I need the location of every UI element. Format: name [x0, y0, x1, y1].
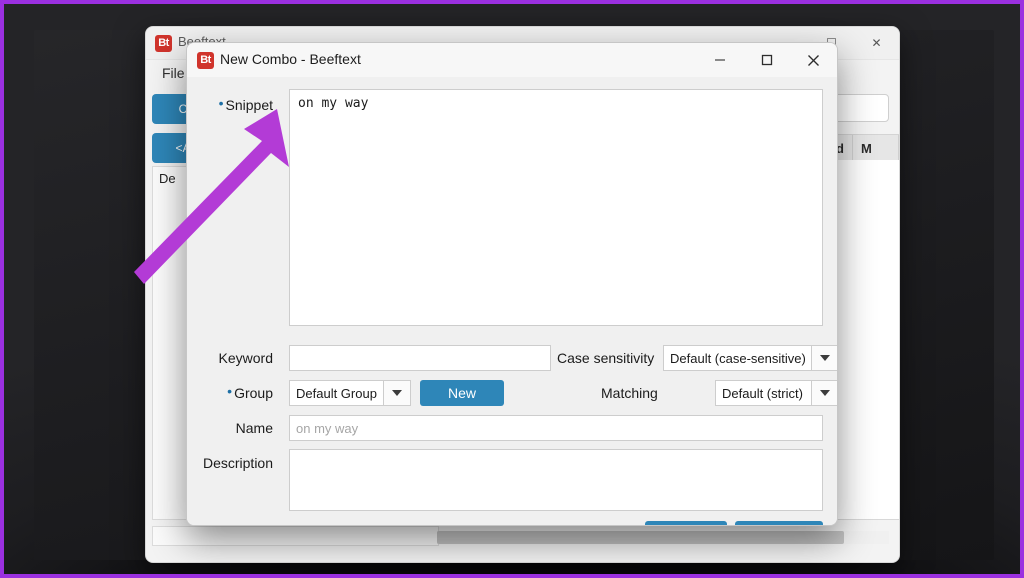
snippet-label: •Snippet: [201, 97, 273, 113]
required-marker-icon: •: [227, 383, 232, 399]
required-marker-icon: •: [531, 524, 536, 526]
group-value: Default Group: [289, 380, 383, 406]
group-dropdown[interactable]: Default Group: [289, 380, 411, 406]
keyword-label: Keyword: [201, 350, 273, 366]
keyword-row: Keyword Case sensitivity Default (case-s…: [201, 345, 823, 371]
description-textarea[interactable]: [289, 449, 823, 511]
chevron-down-icon[interactable]: [811, 380, 838, 406]
matching-dropdown[interactable]: Default (strict): [715, 380, 838, 406]
dialog-minimize-icon[interactable]: [696, 43, 743, 77]
dialog-close-icon[interactable]: [790, 43, 837, 77]
matching-value: Default (strict): [715, 380, 811, 406]
dialog-window-controls: [696, 43, 837, 77]
required-marker-icon: •: [219, 95, 224, 111]
group-row: •Group Default Group New Matching Defaul…: [201, 380, 823, 406]
screenshot-root: Bt Beeftext — ☐ ✕ File C <A De ed M: [0, 0, 1024, 578]
snippet-textarea[interactable]: on my way: [289, 89, 823, 326]
dialog-titlebar: Bt New Combo - Beeftext: [187, 43, 837, 78]
column-header-modified[interactable]: M: [853, 135, 899, 161]
caret-glyph: [392, 390, 402, 396]
dialog-title: New Combo - Beeftext: [220, 51, 361, 67]
keyword-input[interactable]: [289, 345, 551, 371]
new-combo-dialog[interactable]: Bt New Combo - Beeftext •Snippet on my w…: [186, 42, 838, 526]
horizontal-scrollbar[interactable]: [437, 531, 889, 544]
case-sensitivity-label: Case sensitivity: [557, 350, 654, 366]
group-label: •Group: [201, 385, 273, 401]
main-close-icon[interactable]: ✕: [854, 27, 899, 59]
cancel-button[interactable]: Cancel: [735, 521, 823, 526]
main-status-left: [152, 526, 439, 546]
dialog-maximize-icon[interactable]: [743, 43, 790, 77]
case-sensitivity-value: Default (case-sensitive): [663, 345, 811, 371]
case-sensitivity-dropdown[interactable]: Default (case-sensitive): [663, 345, 838, 371]
caret-glyph: [820, 355, 830, 361]
horizontal-scrollbar-thumb[interactable]: [437, 531, 844, 544]
description-row: Description: [201, 449, 823, 511]
description-label: Description: [201, 455, 273, 471]
caret-glyph: [820, 390, 830, 396]
dialog-body: •Snippet on my way Keyword Case sensitiv…: [187, 77, 837, 525]
beeftext-logo-icon: Bt: [197, 52, 214, 69]
chevron-down-icon[interactable]: [811, 345, 838, 371]
new-group-button[interactable]: New: [420, 380, 504, 406]
name-row: Name: [201, 415, 823, 441]
matching-label: Matching: [601, 385, 658, 401]
snippet-row: •Snippet on my way: [201, 89, 823, 326]
ok-button[interactable]: OK: [645, 521, 727, 526]
dialog-footer: About variables •Required fields OK Canc…: [201, 521, 823, 526]
name-input[interactable]: [289, 415, 823, 441]
name-label: Name: [201, 420, 273, 436]
chevron-down-icon[interactable]: [383, 380, 411, 406]
beeftext-logo-icon: Bt: [155, 35, 172, 52]
